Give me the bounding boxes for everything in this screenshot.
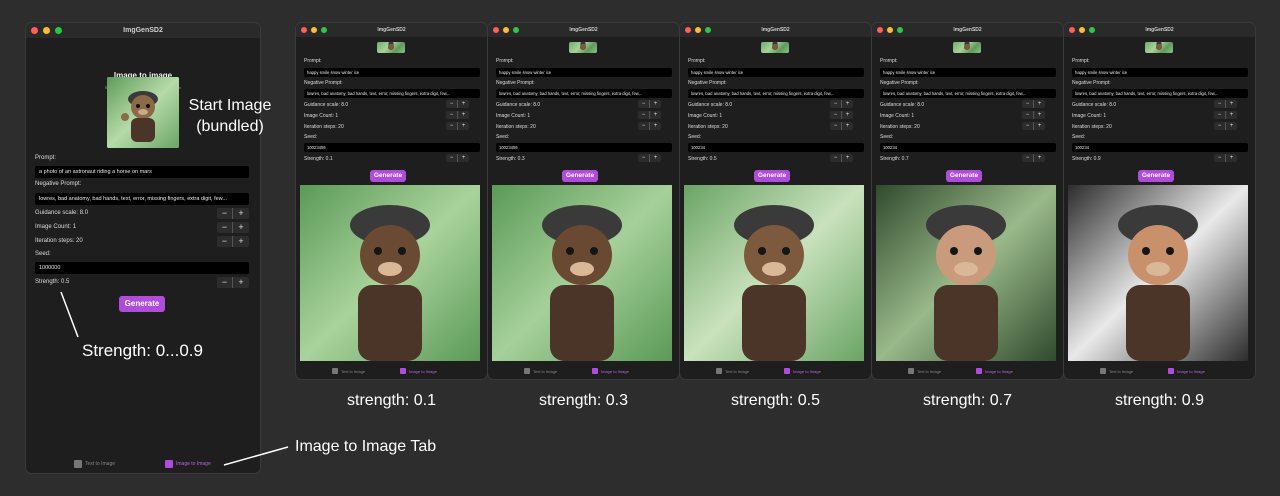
tab-pointer-line xyxy=(223,446,289,466)
strength-pointer-line xyxy=(60,291,79,338)
annotation-lines xyxy=(60,291,289,466)
